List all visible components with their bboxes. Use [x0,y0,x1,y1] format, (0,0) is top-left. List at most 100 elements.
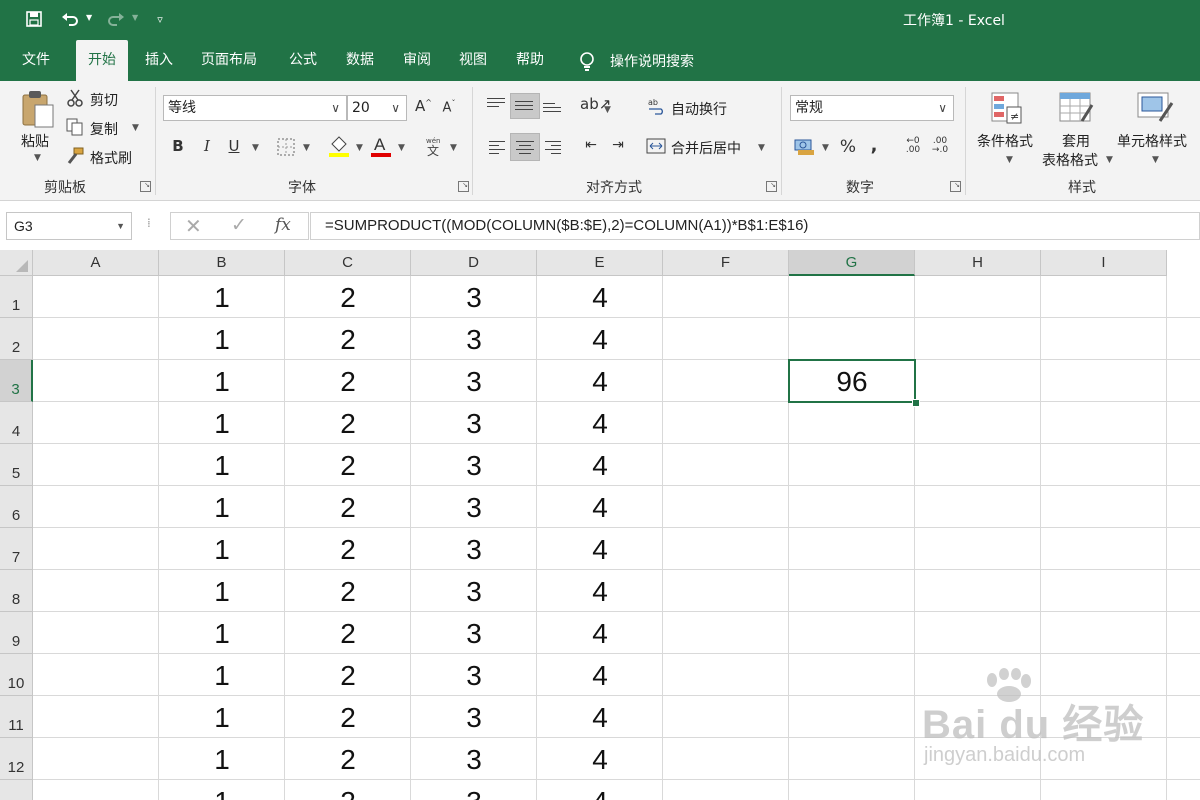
cell-b9[interactable]: 1 [159,612,285,654]
cut-button[interactable]: 剪切 [90,90,118,110]
fill-handle[interactable] [912,399,920,407]
decrease-decimal-icon[interactable]: .00 →.0 [930,137,950,155]
cell-e8[interactable]: 4 [537,570,663,612]
conditional-dropdown-icon[interactable]: ▼ [1006,155,1013,165]
cell-e13[interactable]: 4 [537,780,663,800]
number-format-combo[interactable]: 常规 ∨ [790,95,954,121]
lightbulb-icon[interactable] [578,51,596,73]
column-header-a[interactable]: A [33,250,159,276]
cell-e10[interactable]: 4 [537,654,663,696]
redo-icon[interactable] [106,10,126,30]
save-icon[interactable] [24,10,44,30]
align-right-icon[interactable] [545,141,565,155]
column-header-e[interactable]: E [537,250,663,276]
font-launcher-icon[interactable]: ↘ [458,181,469,192]
cell-c7[interactable]: 2 [285,528,411,570]
cell-d1[interactable]: 3 [411,276,537,318]
tab-review[interactable]: 审阅 [391,40,443,81]
column-header-g[interactable]: G [789,250,915,276]
row-header-13[interactable]: 13 [0,780,33,800]
cell-e5[interactable]: 4 [537,444,663,486]
cell-e6[interactable]: 4 [537,486,663,528]
row-header-1[interactable]: 1 [0,276,33,318]
cell-b6[interactable]: 1 [159,486,285,528]
phonetic-dropdown-icon[interactable]: ▼ [450,143,457,153]
cell-e2[interactable]: 4 [537,318,663,360]
row-header-6[interactable]: 6 [0,486,33,528]
fill-color-dropdown-icon[interactable]: ▼ [356,143,363,153]
increase-font-size-icon[interactable]: A^ [415,97,432,115]
paste-button[interactable]: 粘贴 [21,131,49,151]
column-header-i[interactable]: I [1041,250,1167,276]
tab-data[interactable]: 数据 [334,40,386,81]
formula-bar-grip-icon[interactable]: ⁞ [147,216,151,230]
cell-d2[interactable]: 3 [411,318,537,360]
cell-e1[interactable]: 4 [537,276,663,318]
cell-d10[interactable]: 3 [411,654,537,696]
cell-b7[interactable]: 1 [159,528,285,570]
cell-d3[interactable]: 3 [411,360,537,402]
row-header-5[interactable]: 5 [0,444,33,486]
tab-help[interactable]: 帮助 [504,40,556,81]
cell-c4[interactable]: 2 [285,402,411,444]
increase-indent-icon[interactable]: ⇥ [607,137,629,153]
name-box[interactable]: G3 ▼ [6,212,132,240]
cell-b1[interactable]: 1 [159,276,285,318]
copy-button[interactable]: 复制 [90,119,118,139]
align-left-icon[interactable] [489,141,509,155]
clipboard-launcher-icon[interactable]: ↘ [140,181,151,192]
cell-c9[interactable]: 2 [285,612,411,654]
column-header-f[interactable]: F [663,250,789,276]
cell-d7[interactable]: 3 [411,528,537,570]
cell-c10[interactable]: 2 [285,654,411,696]
underline-button[interactable]: U [226,137,242,155]
column-header-b[interactable]: B [159,250,285,276]
cell-d6[interactable]: 3 [411,486,537,528]
number-launcher-icon[interactable]: ↘ [950,181,961,192]
undo-dropdown-icon[interactable]: ▼ [86,13,92,22]
font-size-combo[interactable]: 20 ∨ [347,95,407,121]
cell-e9[interactable]: 4 [537,612,663,654]
increase-decimal-icon[interactable]: ←0.00 [903,137,923,155]
cell-d11[interactable]: 3 [411,696,537,738]
format-painter-button[interactable]: 格式刷 [90,148,132,168]
orientation-icon[interactable]: ab↗ [580,95,611,113]
cell-c2[interactable]: 2 [285,318,411,360]
cell-c8[interactable]: 2 [285,570,411,612]
borders-icon[interactable] [276,137,296,157]
cell-c13[interactable]: 2 [285,780,411,800]
row-header-12[interactable]: 12 [0,738,33,780]
decrease-font-size-icon[interactable]: Aˇ [441,99,457,115]
cell-b2[interactable]: 1 [159,318,285,360]
merge-center-button[interactable]: 合并后居中 [671,138,741,158]
fill-color-icon[interactable] [328,134,350,158]
cell-c12[interactable]: 2 [285,738,411,780]
alignment-launcher-icon[interactable]: ↘ [766,181,777,192]
cell-c3[interactable]: 2 [285,360,411,402]
tab-file[interactable]: 文件 [10,40,62,81]
row-header-8[interactable]: 8 [0,570,33,612]
comma-button[interactable]: , [866,135,882,156]
column-header-d[interactable]: D [411,250,537,276]
cell-d9[interactable]: 3 [411,612,537,654]
tab-formulas[interactable]: 公式 [277,40,329,81]
cell-d5[interactable]: 3 [411,444,537,486]
cell-d13[interactable]: 3 [411,780,537,800]
row-header-3[interactable]: 3 [0,360,33,402]
insert-function-icon[interactable]: fx [275,215,291,235]
borders-dropdown-icon[interactable]: ▼ [303,143,310,153]
cell-e11[interactable]: 4 [537,696,663,738]
column-header-c[interactable]: C [285,250,411,276]
italic-button[interactable]: I [199,137,215,155]
cell-c1[interactable]: 2 [285,276,411,318]
tell-me-search[interactable]: 操作说明搜索 [610,51,694,71]
percent-button[interactable]: % [838,137,858,157]
tab-view[interactable]: 视图 [447,40,499,81]
format-as-table-line2[interactable]: 表格格式 [1042,150,1098,170]
cell-b4[interactable]: 1 [159,402,285,444]
cancel-icon[interactable]: ✕ [185,214,202,238]
cell-b3[interactable]: 1 [159,360,285,402]
cell-c5[interactable]: 2 [285,444,411,486]
phonetic-guide-icon[interactable]: wén文 [424,135,444,157]
merge-dropdown-icon[interactable]: ▼ [758,143,765,153]
